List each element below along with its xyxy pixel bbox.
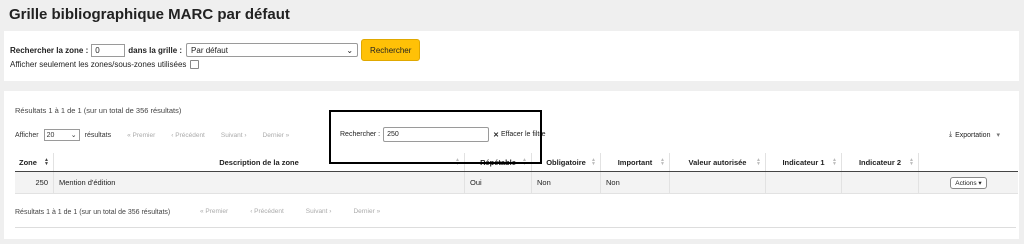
results-label: résultats [84, 131, 112, 139]
search-panel: Rechercher la zone : 0 dans la grille : … [4, 31, 1019, 81]
cell-important: Non [600, 171, 670, 194]
length-control: Afficher 20 ⌄ résultats « Premier ‹ Préc… [15, 129, 289, 141]
only-used-row: Afficher seulement les zones/sous-zones … [10, 60, 200, 69]
pagination-bottom: « Premier ‹ Précédent Suivant › Dernier … [200, 208, 380, 215]
only-used-checkbox[interactable] [190, 60, 200, 69]
col-zone[interactable]: Zone ▲ ▼ [15, 153, 54, 172]
actions-button[interactable]: Actions ▾ [950, 176, 987, 189]
col-valeur[interactable]: Valeur autorisée ▲ ▼ [669, 153, 766, 172]
sort-icon: ▲ ▼ [756, 157, 761, 167]
cell-description: Mention d'édition [53, 171, 465, 194]
sort-icon: ▲ ▼ [591, 157, 596, 167]
sort-icon: ▲ ▼ [832, 157, 837, 167]
pagination-next[interactable]: Suivant › [221, 132, 247, 139]
highlight-box [329, 110, 542, 164]
results-info-top: Résultats 1 à 1 de 1 (sur un total de 35… [15, 106, 182, 115]
pagination-first[interactable]: « Premier [127, 132, 155, 139]
sort-icon: ▲ ▼ [660, 157, 665, 167]
cell-obligatoire: Non [531, 171, 601, 194]
col-actions [918, 153, 1018, 172]
search-button[interactable]: Rechercher [361, 39, 421, 61]
pagination-prev[interactable]: ‹ Précédent [171, 132, 205, 139]
export-button[interactable]: ⤓ Exportation ▾ [949, 131, 1000, 139]
caret-down-icon: ▾ [996, 132, 1000, 139]
cell-ind1 [765, 171, 842, 194]
chevron-down-icon: ⌄ [346, 45, 354, 55]
zone-search-row: Rechercher la zone : 0 dans la grille : … [10, 39, 421, 61]
only-used-label: Afficher seulement les zones/sous-zones … [10, 60, 187, 69]
grid-label: dans la grille : [128, 45, 183, 55]
divider [15, 227, 1016, 228]
cell-valeur [669, 171, 766, 194]
page-length-select[interactable]: 20 ⌄ [43, 129, 80, 141]
col-ind2[interactable]: Indicateur 2 ▲ ▼ [841, 153, 919, 172]
pagination-last[interactable]: Dernier » [263, 132, 290, 139]
sort-icon: ▲ ▼ [909, 157, 914, 167]
pagination-next[interactable]: Suivant › [306, 208, 332, 215]
sort-icon: ▲ ▼ [44, 157, 49, 167]
zone-input[interactable]: 0 [91, 43, 126, 57]
grid-select-value: Par défaut [191, 45, 228, 55]
chevron-down-icon: ⌄ [70, 132, 77, 139]
cell-repetable: Oui [464, 171, 532, 194]
pagination-prev[interactable]: ‹ Précédent [250, 208, 284, 215]
zone-label: Rechercher la zone : [10, 45, 89, 55]
cell-actions: Actions ▾ [918, 171, 1018, 194]
grid-select[interactable]: Par défaut ⌄ [186, 43, 359, 57]
export-label: Exportation [955, 131, 991, 139]
page-title: Grille bibliographique MARC par défaut [9, 6, 290, 23]
cell-zone: 250 [15, 171, 54, 194]
page-length-value: 20 [46, 131, 55, 139]
results-info-bottom: Résultats 1 à 1 de 1 (sur un total de 35… [15, 209, 171, 216]
col-important[interactable]: Important ▲ ▼ [600, 153, 670, 172]
cell-ind2 [841, 171, 919, 194]
pagination-first[interactable]: « Premier [200, 208, 228, 215]
col-ind1[interactable]: Indicateur 1 ▲ ▼ [765, 153, 842, 172]
pagination-last[interactable]: Dernier » [353, 208, 380, 215]
table-row: 250 Mention d'édition Oui Non Non Action… [15, 171, 1018, 194]
show-label: Afficher [15, 131, 39, 139]
download-icon: ⤓ [948, 131, 953, 138]
